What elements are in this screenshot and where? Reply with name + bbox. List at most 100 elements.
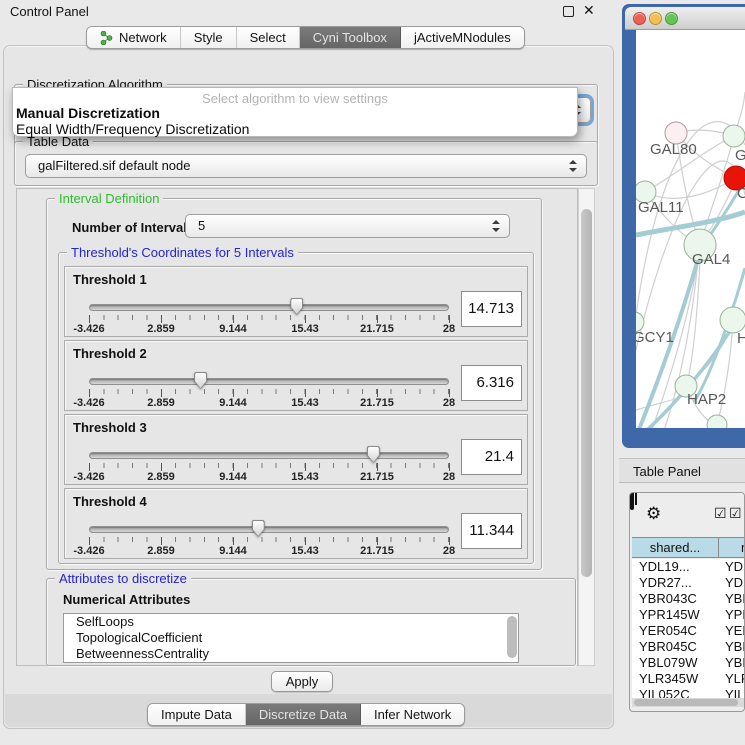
threshold-4-value[interactable]: 11.344 <box>461 513 522 549</box>
interval-definition-group-title: Interval Definition <box>55 191 163 206</box>
bottom-tab-bar: Impute Data Discretize Data Infer Networ… <box>147 703 465 726</box>
number-of-intervals-value: 5 <box>198 215 205 237</box>
tab-cyni-toolbox[interactable]: Cyni Toolbox <box>300 27 401 48</box>
tick-label: 9.144 <box>219 397 247 409</box>
apply-button[interactable]: Apply <box>271 671 333 692</box>
minimize-traffic-light-icon[interactable] <box>649 12 662 25</box>
slider-track[interactable] <box>89 452 449 459</box>
table-cell: YPR1 <box>719 607 744 623</box>
network-canvas[interactable]: GAL80GCGAL11GAL4GCY1HHAP2 <box>636 30 745 428</box>
column-layout-icon[interactable] <box>630 492 634 510</box>
table-cell: YLR345W <box>632 671 719 687</box>
table-row[interactable]: YIL052CYIL0 <box>632 687 744 698</box>
table-row[interactable]: YBL079WYBL0 <box>632 655 744 671</box>
threshold-1-value[interactable]: 14.713 <box>461 291 522 327</box>
table-cell: YBR0 <box>719 591 744 607</box>
slider-track[interactable] <box>89 304 449 311</box>
node-top-right[interactable] <box>723 125 745 147</box>
scrollbar-thumb[interactable] <box>581 209 592 577</box>
table-horizontal-scrollbar[interactable] <box>632 698 744 707</box>
tab-select[interactable]: Select <box>237 27 300 48</box>
table-row[interactable]: YBR045CYBR0 <box>632 639 744 655</box>
gear-icon[interactable]: ⚙ <box>646 504 661 524</box>
zoom-traffic-light-icon[interactable] <box>665 12 678 25</box>
node-table: ⚙ ☑ ☑ shared... n YDL19...YDL1YDR27...YD… <box>629 492 745 712</box>
slider-thumb[interactable] <box>252 520 265 537</box>
numerical-attributes-label: Numerical Attributes <box>63 592 190 607</box>
node-label: H <box>737 330 745 347</box>
tick-label: 21.715 <box>360 323 394 335</box>
threshold-1-row: Threshold 1 -3.4262.8599.14415.4321.7152… <box>64 266 528 337</box>
table-cell: YIL0 <box>719 687 744 698</box>
scrollbar-thumb[interactable] <box>507 616 517 658</box>
tab-impute-data[interactable]: Impute Data <box>148 704 246 725</box>
slider-track[interactable] <box>89 378 449 385</box>
network-icon <box>100 31 113 45</box>
table-row[interactable]: YDR27...YDR2 <box>632 575 744 591</box>
numerical-attributes-list[interactable]: SelfLoopsTopologicalCoefficientBetweenne… <box>63 613 519 663</box>
dropdown-option-equal-width-frequency[interactable]: Equal Width/Frequency Discretization <box>16 121 574 137</box>
number-of-intervals-label: Number of Intervals <box>72 220 194 235</box>
table-cell: YBR043C <box>632 591 719 607</box>
network-window-titlebar[interactable] <box>625 7 745 30</box>
tick-label: -3.426 <box>73 397 104 409</box>
table-cell: YLR3 <box>719 671 744 687</box>
table-row[interactable]: YBR043CYBR0 <box>632 591 744 607</box>
list-item[interactable]: BetweennessCentrality <box>64 646 518 662</box>
tick-label: 2.859 <box>147 545 175 557</box>
screen: Control Panel ✕ Network <box>0 0 745 745</box>
table-row[interactable]: YER054CYER0 <box>632 623 744 639</box>
table-row[interactable]: YDL19...YDL1 <box>632 559 744 575</box>
tab-discretize-data[interactable]: Discretize Data <box>246 704 361 725</box>
close-traffic-light-icon[interactable] <box>633 12 646 25</box>
settings-vertical-scrollbar[interactable] <box>578 188 595 666</box>
tab-infer-network[interactable]: Infer Network <box>361 704 464 725</box>
tick-label: 15.43 <box>291 545 319 557</box>
tab-style[interactable]: Style <box>181 27 237 48</box>
tab-cyni-toolbox-label: Cyni Toolbox <box>313 30 387 45</box>
list-scrollbar[interactable] <box>507 616 517 660</box>
attributes-group: Attributes to discretize Numerical Attri… <box>46 578 576 666</box>
checkbox-checked-icon[interactable]: ☑ <box>729 506 742 522</box>
threshold-3-value[interactable]: 21.4 <box>461 439 522 475</box>
column-header-shared-name[interactable]: shared... <box>632 538 719 557</box>
node-label: G <box>735 147 745 164</box>
tick-label: 2.859 <box>147 323 175 335</box>
slider-major-ticks <box>89 463 449 471</box>
table-cell: YPR145W <box>632 607 719 623</box>
combo-stepper-icon <box>569 160 577 172</box>
table-data-combobox[interactable]: galFiltered.sif default node <box>25 154 587 178</box>
slider-track[interactable] <box>89 526 449 533</box>
tick-label: 9.144 <box>219 471 247 483</box>
threshold-4-slider[interactable]: -3.4262.8599.14415.4321.71528 <box>89 489 449 560</box>
table-row[interactable]: YPR145WYPR1 <box>632 607 744 623</box>
threshold-2-value[interactable]: 6.316 <box>461 365 522 401</box>
dropdown-prompt: Select algorithm to view settings <box>13 91 577 106</box>
threshold-2-slider[interactable]: -3.4262.8599.14415.4321.71528 <box>89 341 449 412</box>
tab-jactivemnodules[interactable]: jActiveMNodules <box>401 27 524 48</box>
tick-label: 2.859 <box>147 471 175 483</box>
table-body: YDL19...YDL1YDR27...YDR2YBR043CYBR0YPR14… <box>632 559 744 698</box>
column-header-name[interactable]: n <box>719 538 744 557</box>
threshold-3-slider[interactable]: -3.4262.8599.14415.4321.71528 <box>89 415 449 486</box>
slider-thumb[interactable] <box>367 446 380 463</box>
list-item[interactable]: TopologicalCoefficient <box>64 630 518 646</box>
float-window-icon[interactable] <box>563 6 574 17</box>
threshold-1-slider[interactable]: -3.4262.8599.14415.4321.71528 <box>89 267 449 338</box>
close-icon[interactable]: ✕ <box>583 3 595 19</box>
scrollbar-thumb[interactable] <box>634 699 738 706</box>
table-cell: YDL1 <box>719 559 744 575</box>
tab-network[interactable]: Network <box>87 27 181 48</box>
network-view-window[interactable]: GAL80GCGAL11GAL4GCY1HHAP2 <box>622 4 745 448</box>
number-of-intervals-spinner[interactable]: 5 <box>185 214 510 238</box>
slider-thumb[interactable] <box>290 298 303 315</box>
dropdown-option-manual-discretization[interactable]: Manual Discretization <box>16 105 574 121</box>
tab-network-label: Network <box>119 30 167 45</box>
node-bottom[interactable] <box>707 415 727 428</box>
tick-label: 28 <box>443 397 455 409</box>
table-row[interactable]: YLR345WYLR3 <box>632 671 744 687</box>
slider-thumb[interactable] <box>194 372 207 389</box>
node-label: C <box>737 185 745 202</box>
checkbox-checked-icon[interactable]: ☑ <box>714 506 727 522</box>
list-item[interactable]: SelfLoops <box>64 614 518 630</box>
